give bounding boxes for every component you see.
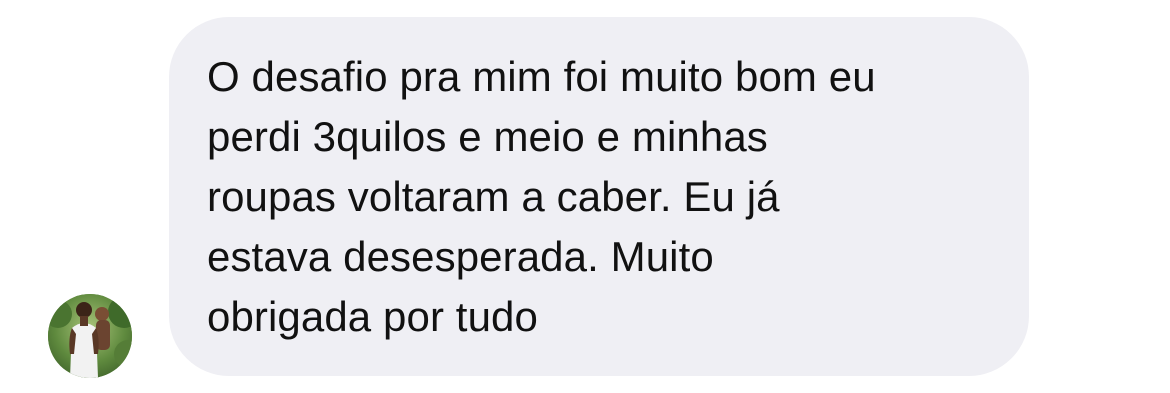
message-line: obrigada por tudo: [207, 293, 538, 340]
user-photo-icon: [48, 294, 132, 378]
message-line: estava desesperada. Muito: [207, 233, 714, 280]
message-line: O desafio pra mim foi muito bom eu: [207, 53, 876, 100]
message-text: O desafio pra mim foi muito bom eu perdi…: [207, 47, 991, 347]
sender-avatar[interactable]: [48, 294, 132, 378]
message-bubble[interactable]: O desafio pra mim foi muito bom eu perdi…: [169, 17, 1029, 376]
message-line: roupas voltaram a caber. Eu já: [207, 173, 780, 220]
message-line: perdi 3quilos e meio e minhas: [207, 113, 768, 160]
